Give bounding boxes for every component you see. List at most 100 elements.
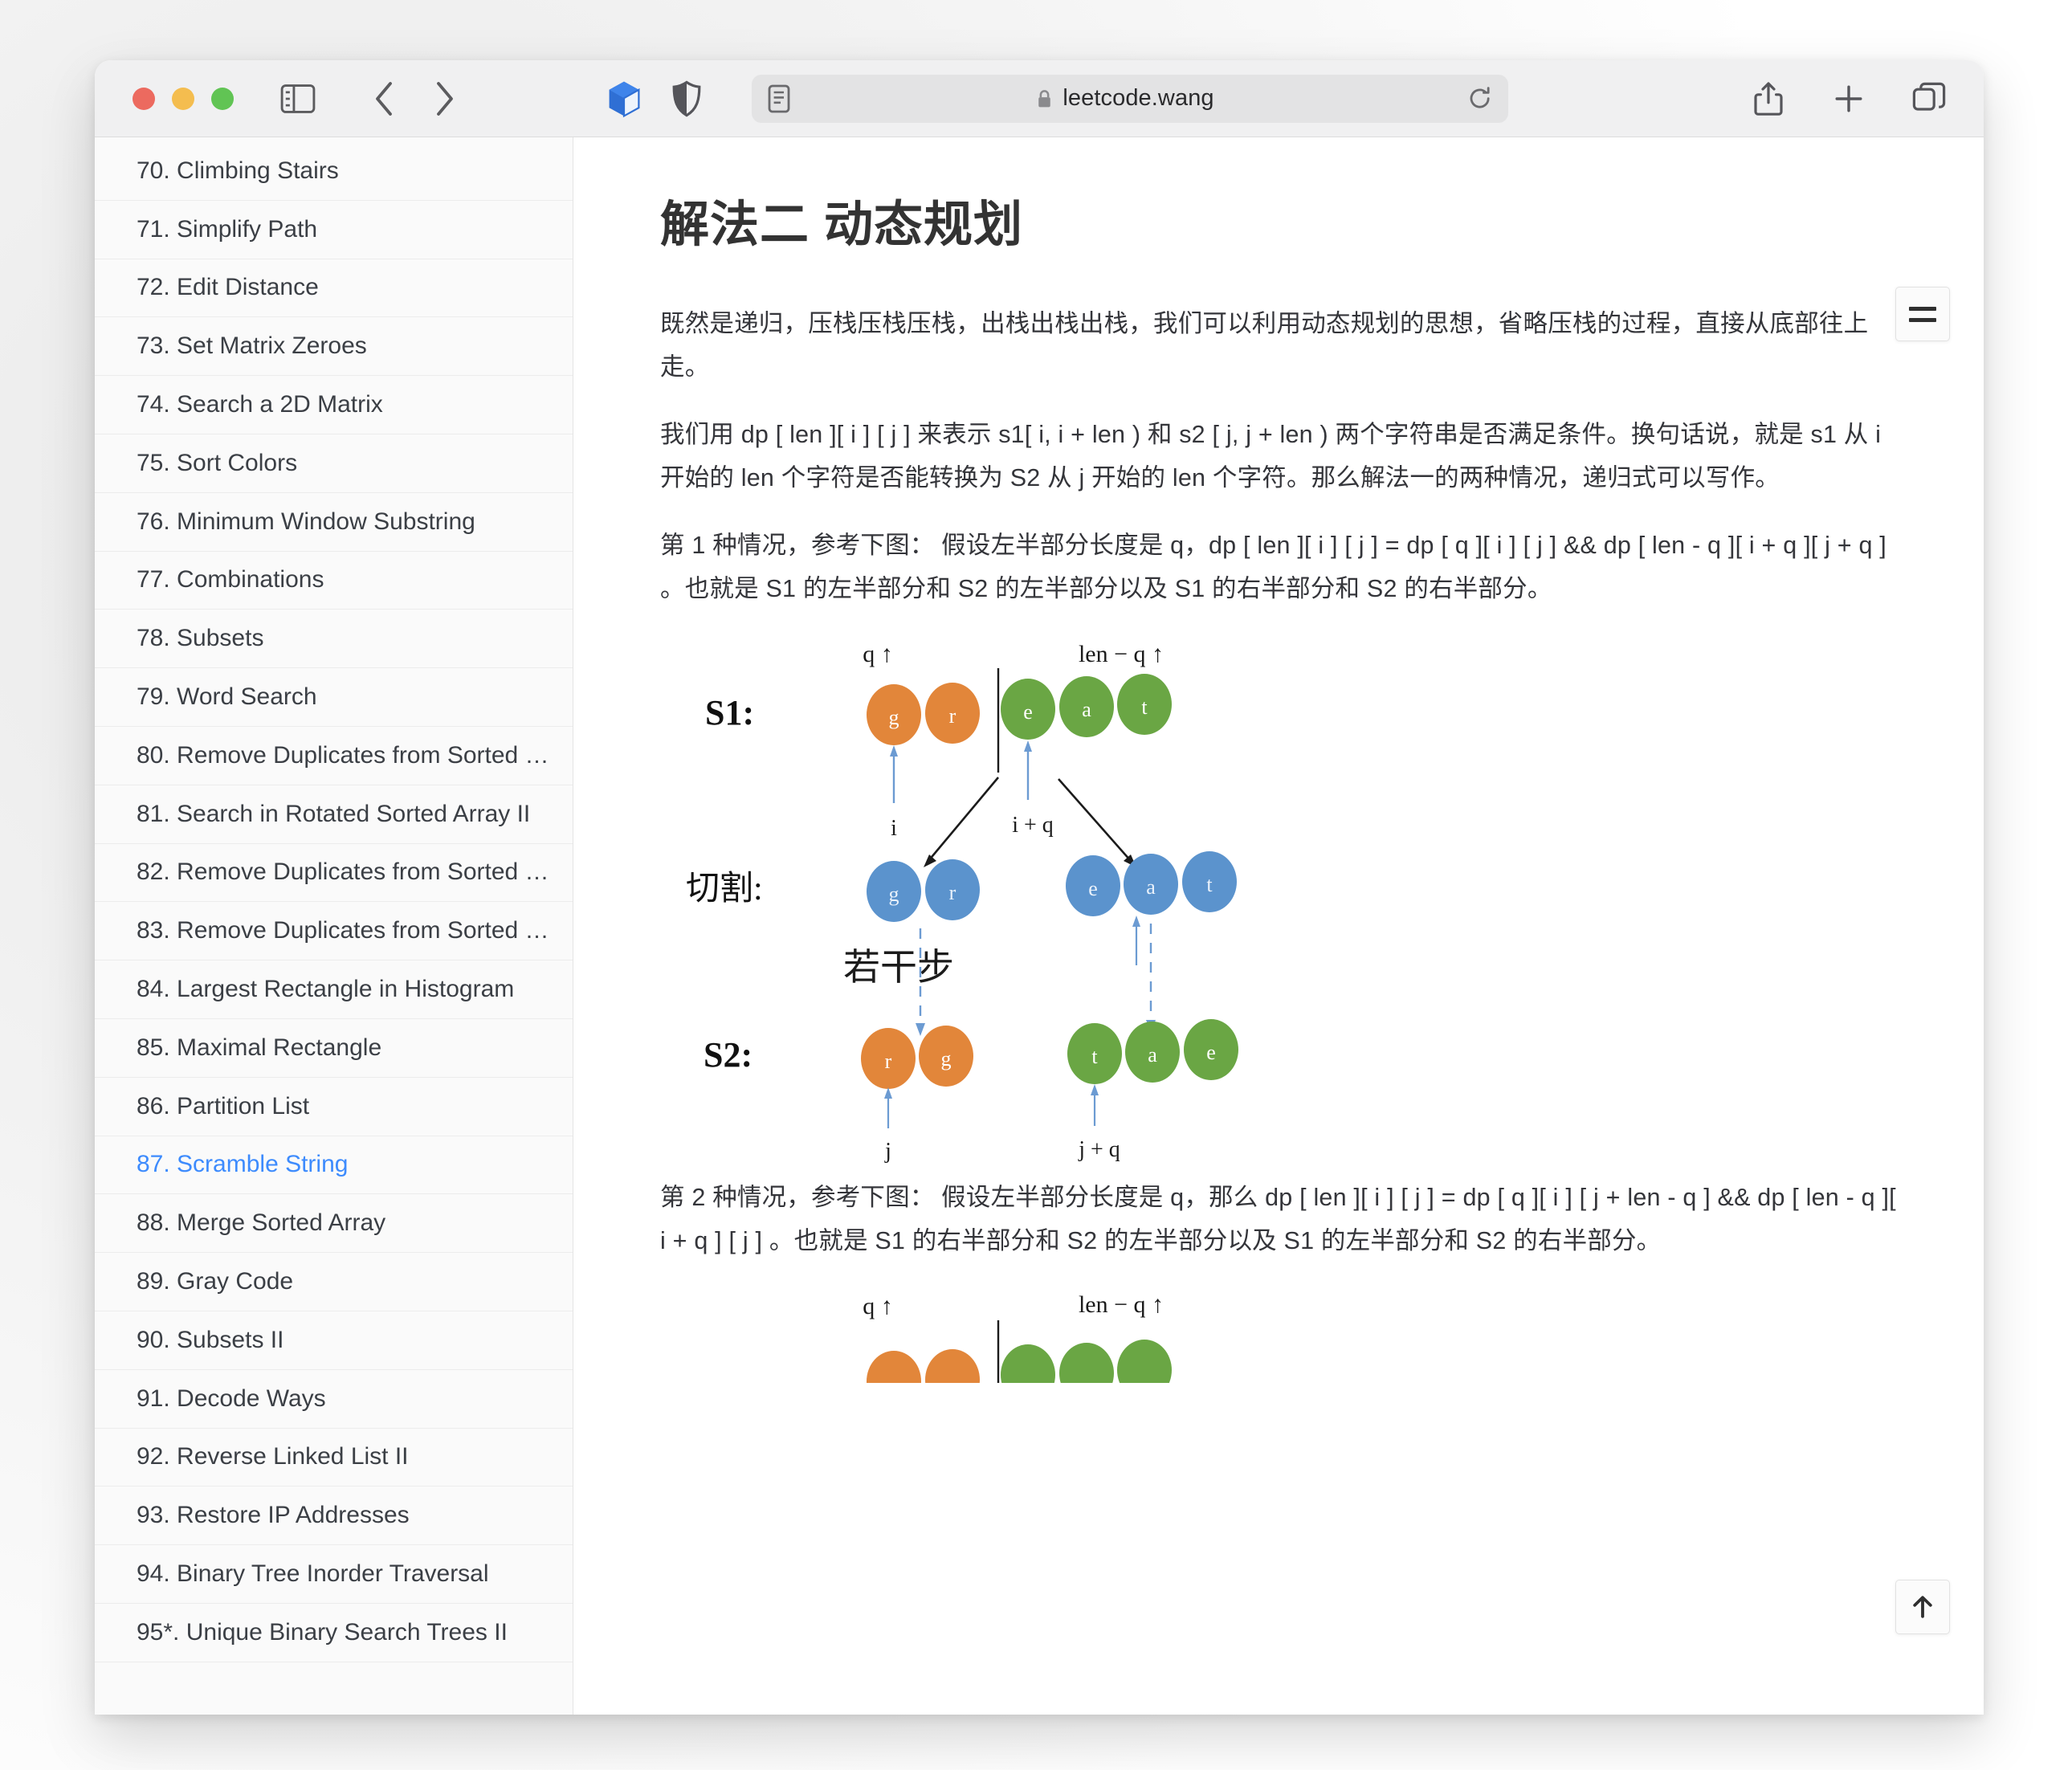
window-controls xyxy=(133,87,234,110)
toolbar-right-buttons xyxy=(1746,76,1952,121)
sidebar-item-91[interactable]: 91. Decode Ways xyxy=(95,1370,573,1429)
sidebar-item-76[interactable]: 76. Minimum Window Substring xyxy=(95,493,573,552)
sidebar-item-95[interactable]: 95*. Unique Binary Search Trees II xyxy=(95,1604,573,1662)
sidebar-item-77[interactable]: 77. Combinations xyxy=(95,552,573,610)
svg-text:r: r xyxy=(885,1050,892,1073)
page-title: 解法二 动态规划 xyxy=(660,197,1023,251)
sidebar-item-label: 73. Set Matrix Zeroes xyxy=(137,332,367,360)
sidebar-item-88[interactable]: 88. Merge Sorted Array xyxy=(95,1194,573,1254)
sidebar-item-74[interactable]: 74. Search a 2D Matrix xyxy=(95,376,573,434)
sidebar-item-78[interactable]: 78. Subsets xyxy=(95,610,573,669)
label-i-plus-q: i + q xyxy=(1012,813,1054,838)
problem-list-sidebar[interactable]: 70. Climbing Stairs 71. Simplify Path 72… xyxy=(95,137,573,1715)
sidebar-item-86[interactable]: 86. Partition List xyxy=(95,1078,573,1136)
sidebar-item-label: 89. Gray Code xyxy=(137,1268,294,1295)
scramble-string-diagram-1-bottom-labels: j j + q xyxy=(884,1137,1120,1164)
back-to-top-button[interactable] xyxy=(1895,1580,1950,1634)
hamburger-icon xyxy=(1909,306,1936,322)
label-steps: 若干步 xyxy=(843,947,954,988)
page-content: 70. Climbing Stairs 71. Simplify Path 72… xyxy=(95,137,1984,1715)
sidebar-item-85[interactable]: 85. Maximal Rectangle xyxy=(95,1019,573,1078)
sidebar-item-75[interactable]: 75. Sort Colors xyxy=(95,434,573,493)
sidebar-item-label: 75. Sort Colors xyxy=(137,449,298,476)
cut-nodes: g r e a t xyxy=(867,851,1237,922)
toc-toggle-button[interactable] xyxy=(1895,287,1950,341)
sidebar-item-80[interactable]: 80. Remove Duplicates from Sorted … xyxy=(95,727,573,785)
svg-text:t: t xyxy=(1206,873,1213,896)
sidebar-item-label: 90. Subsets II xyxy=(137,1326,284,1353)
address-bar[interactable]: leetcode.wang xyxy=(752,74,1508,123)
sidebar-item-label: 72. Edit Distance xyxy=(137,274,319,301)
browser-window: leetcode.wang 70. Climbing Stairs 71. Si… xyxy=(95,60,1984,1715)
sidebar-item-87-active[interactable]: 87. Scramble String xyxy=(95,1136,573,1195)
sidebar-item-93[interactable]: 93. Restore IP Addresses xyxy=(95,1487,573,1546)
new-tab-icon[interactable] xyxy=(1826,76,1871,121)
s2-nodes: r g t a e xyxy=(861,1019,1238,1089)
back-button[interactable] xyxy=(362,76,407,121)
sidebar-item-84[interactable]: 84. Largest Rectangle in Histogram xyxy=(95,960,573,1019)
sidebar-item-83[interactable]: 83. Remove Duplicates from Sorted … xyxy=(95,902,573,961)
sidebar-item-label: 86. Partition List xyxy=(137,1092,310,1120)
sidebar-item-79[interactable]: 79. Word Search xyxy=(95,668,573,727)
label-i: i xyxy=(891,816,897,841)
sidebar-item-label: 70. Climbing Stairs xyxy=(137,157,339,184)
svg-text:r: r xyxy=(949,704,956,728)
sidebar-item-72[interactable]: 72. Edit Distance xyxy=(95,259,573,318)
sidebar-item-label: 88. Merge Sorted Array xyxy=(137,1209,386,1237)
maximize-window-button[interactable] xyxy=(211,87,234,110)
label-j-plus-q: j + q xyxy=(1078,1137,1120,1162)
sidebar-item-label: 83. Remove Duplicates from Sorted … xyxy=(137,917,549,944)
cube-icon[interactable] xyxy=(602,76,646,121)
label-len-q-top-2: len − q ↑ xyxy=(1079,1291,1164,1318)
sidebar-item-92[interactable]: 92. Reverse Linked List II xyxy=(95,1429,573,1487)
svg-text:r: r xyxy=(949,881,956,904)
sidebar-item-73[interactable]: 73. Set Matrix Zeroes xyxy=(95,317,573,377)
tab-overview-icon[interactable] xyxy=(1907,76,1952,121)
sidebar-item-90[interactable]: 90. Subsets II xyxy=(95,1311,573,1370)
navigation-buttons xyxy=(362,76,467,121)
sidebar-item-label: 74. Search a 2D Matrix xyxy=(137,391,383,418)
sidebar-item-label: 76. Minimum Window Substring xyxy=(137,508,475,535)
sidebar-item-70[interactable]: 70. Climbing Stairs xyxy=(95,142,573,201)
svg-text:t: t xyxy=(1091,1045,1098,1068)
sidebar-item-71[interactable]: 71. Simplify Path xyxy=(95,201,573,259)
sidebar-item-label: 95*. Unique Binary Search Trees II xyxy=(137,1618,508,1646)
shield-icon[interactable] xyxy=(664,76,709,121)
lock-icon xyxy=(1036,88,1053,109)
svg-text:t: t xyxy=(1141,695,1148,719)
sidebar-item-81[interactable]: 81. Search in Rotated Sorted Array II xyxy=(95,785,573,844)
sidebar-item-94[interactable]: 94. Binary Tree Inorder Traversal xyxy=(95,1545,573,1604)
paragraph-2: 我们用 dp [ len ][ i ] [ j ] 来表示 s1[ i, i +… xyxy=(660,421,1882,491)
scramble-string-diagram-1: q ↑ len − q ↑ S1: g r e a t i i + q 切割: … xyxy=(686,641,1238,1128)
close-window-button[interactable] xyxy=(133,87,155,110)
sidebar-item-label: 80. Remove Duplicates from Sorted … xyxy=(137,741,549,769)
row-label-s1: S1: xyxy=(705,693,754,732)
sidebar-item-label: 93. Restore IP Addresses xyxy=(137,1502,410,1529)
svg-text:g: g xyxy=(941,1047,952,1071)
arrow-up-icon xyxy=(1913,1596,1932,1618)
hamburger-bar xyxy=(1909,306,1936,311)
sidebar-item-label: 87. Scramble String xyxy=(137,1151,349,1178)
minimize-window-button[interactable] xyxy=(172,87,194,110)
reload-icon[interactable] xyxy=(1468,86,1492,112)
svg-text:a: a xyxy=(1148,1043,1157,1066)
sidebar-item-82[interactable]: 82. Remove Duplicates from Sorted … xyxy=(95,844,573,903)
scramble-string-diagram-2: q ↑ len − q ↑ xyxy=(863,1291,1172,1383)
sidebar-item-label: 71. Simplify Path xyxy=(137,215,318,243)
extension-buttons xyxy=(602,76,709,121)
browser-toolbar: leetcode.wang xyxy=(95,60,1984,137)
svg-text:e: e xyxy=(1088,877,1098,900)
svg-text:e: e xyxy=(1206,1041,1216,1064)
sidebar-item-label: 77. Combinations xyxy=(137,566,324,593)
label-q-top-2: q ↑ xyxy=(863,1293,893,1319)
forward-button[interactable] xyxy=(422,76,467,121)
sidebar-item-label: 94. Binary Tree Inorder Traversal xyxy=(137,1560,489,1588)
row-label-s2: S2: xyxy=(704,1035,753,1075)
share-icon[interactable] xyxy=(1746,76,1791,121)
paragraph-1: 既然是递归，压栈压栈压栈，出栈出栈出栈，我们可以利用动态规划的思想，省略压栈的过… xyxy=(660,310,1869,381)
sidebar-item-89[interactable]: 89. Gray Code xyxy=(95,1253,573,1311)
sidebar-item-label: 79. Word Search xyxy=(137,683,317,711)
label-len-q-top: len − q ↑ xyxy=(1079,641,1164,667)
sidebar-toggle-icon[interactable] xyxy=(275,76,320,121)
sidebar-item-label: 91. Decode Ways xyxy=(137,1385,326,1412)
